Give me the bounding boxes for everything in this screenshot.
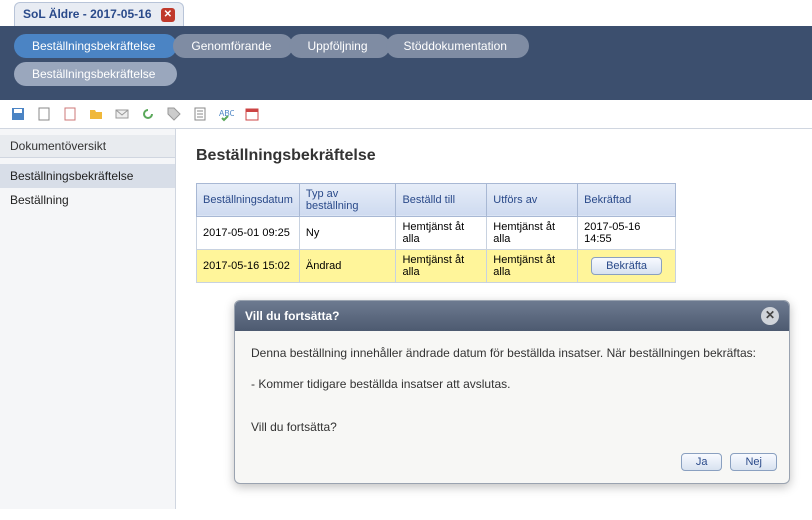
col-utfors-av[interactable]: Utförs av xyxy=(487,183,578,216)
cell-date: 2017-05-01 09:25 xyxy=(197,216,300,249)
table-header-row: Beställningsdatum Typ av beställning Bes… xyxy=(197,183,676,216)
dialog-title-text: Vill du fortsätta? xyxy=(245,309,339,323)
sidebar-item-bestallningsbekraftelse[interactable]: Beställningsbekräftelse xyxy=(0,164,175,188)
dialog-footer: Ja Nej xyxy=(235,445,789,483)
table-row[interactable]: 2017-05-01 09:25 Ny Hemtjänst åt alla He… xyxy=(197,216,676,249)
dialog-line1: Denna beställning innehåller ändrade dat… xyxy=(251,345,773,362)
cell-date: 2017-05-16 15:02 xyxy=(197,249,300,282)
cell-type: Ny xyxy=(299,216,396,249)
tab-bestallningsbekraftelse[interactable]: Beställningsbekräftelse xyxy=(14,34,177,58)
confirm-button[interactable]: Bekräfta xyxy=(591,257,662,275)
list-icon[interactable] xyxy=(192,106,208,122)
sidebar: Dokumentöversikt Beställningsbekräftelse… xyxy=(0,129,176,509)
tab-stoddokumentation[interactable]: Stöddokumentation xyxy=(386,34,529,58)
page-title: Beställningsbekräftelse xyxy=(196,147,792,165)
orders-table: Beställningsdatum Typ av beställning Bes… xyxy=(196,183,676,283)
tab-uppfoljning[interactable]: Uppföljning xyxy=(289,34,389,58)
sidebar-header: Dokumentöversikt xyxy=(0,135,175,158)
sidebar-item-bestallning[interactable]: Beställning xyxy=(0,188,175,212)
nav-row-secondary: Beställningsbekräftelse xyxy=(14,62,796,86)
calendar-icon[interactable] xyxy=(244,106,260,122)
spellcheck-icon[interactable]: ABC xyxy=(218,106,234,122)
cell-confirm-action: Bekräfta xyxy=(578,249,676,282)
nav-row-primary: Beställningsbekräftelse Genomförande Upp… xyxy=(14,34,796,58)
note-icon[interactable] xyxy=(62,106,78,122)
toolbar: ABC xyxy=(0,100,812,129)
cell-to: Hemtjänst åt alla xyxy=(396,216,487,249)
tag-icon[interactable] xyxy=(166,106,182,122)
dialog-no-button[interactable]: Nej xyxy=(730,453,777,471)
cell-type: Ändrad xyxy=(299,249,396,282)
folder-icon[interactable] xyxy=(88,106,104,122)
confirm-dialog: Vill du fortsätta? ✕ Denna beställning i… xyxy=(234,300,790,484)
document-icon[interactable] xyxy=(36,106,52,122)
cell-by: Hemtjänst åt alla xyxy=(487,249,578,282)
dialog-yes-button[interactable]: Ja xyxy=(681,453,723,471)
refresh-icon[interactable] xyxy=(140,106,156,122)
dialog-line3: Vill du fortsätta? xyxy=(251,419,773,436)
dialog-body: Denna beställning innehåller ändrade dat… xyxy=(235,331,789,445)
dialog-close-icon[interactable]: ✕ xyxy=(761,307,779,325)
subtab-bestallningsbekraftelse[interactable]: Beställningsbekräftelse xyxy=(14,62,177,86)
cell-by: Hemtjänst åt alla xyxy=(487,216,578,249)
nav-bar: Beställningsbekräftelse Genomförande Upp… xyxy=(0,26,812,100)
mail-icon[interactable] xyxy=(114,106,130,122)
col-bestalld-till[interactable]: Beställd till xyxy=(396,183,487,216)
cell-to: Hemtjänst åt alla xyxy=(396,249,487,282)
col-bekraftad[interactable]: Bekräftad xyxy=(578,183,676,216)
tab-genomforande[interactable]: Genomförande xyxy=(173,34,293,58)
save-icon[interactable] xyxy=(10,106,26,122)
window-title: SoL Äldre - 2017-05-16 xyxy=(23,7,152,21)
dialog-titlebar: Vill du fortsätta? ✕ xyxy=(235,301,789,331)
dialog-line2: - Kommer tidigare beställda insatser att… xyxy=(251,376,773,393)
window-tab[interactable]: SoL Äldre - 2017-05-16 ✕ xyxy=(14,2,184,26)
table-row[interactable]: 2017-05-16 15:02 Ändrad Hemtjänst åt all… xyxy=(197,249,676,282)
col-bestallningsdatum[interactable]: Beställningsdatum xyxy=(197,183,300,216)
col-typ[interactable]: Typ av beställning xyxy=(299,183,396,216)
cell-confirmed: 2017-05-16 14:55 xyxy=(578,216,676,249)
close-window-icon[interactable]: ✕ xyxy=(161,8,175,22)
